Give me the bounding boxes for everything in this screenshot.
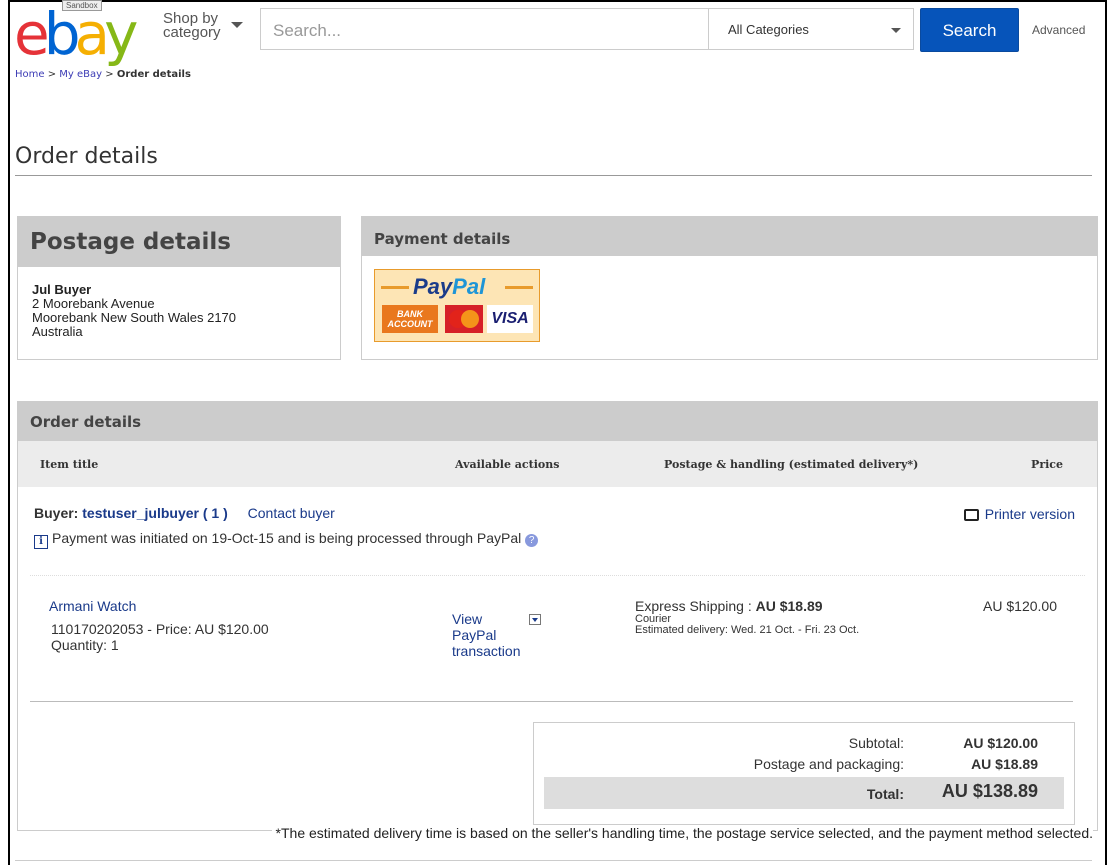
- postage-details-panel: Postage details Jul Buyer 2 Moorebank Av…: [17, 216, 341, 360]
- breadcrumb-my-ebay[interactable]: My eBay: [59, 69, 102, 80]
- printer-version-link[interactable]: Printer version: [963, 506, 1075, 522]
- ebay-logo-letters: ebay: [14, 0, 138, 68]
- search-input[interactable]: Search...: [260, 8, 708, 50]
- shop-by-category-button[interactable]: Shop by category: [163, 11, 243, 41]
- breadcrumb-separator: >: [105, 69, 114, 80]
- printer-version-label: Printer version: [984, 506, 1075, 522]
- item-number-price: 110170202053 - Price: AU $120.00: [51, 621, 269, 637]
- bottom-divider: [15, 860, 1092, 861]
- order-details-heading: Order details: [18, 402, 1097, 441]
- category-selected-value: All Categories: [728, 22, 809, 37]
- window-border-left: [8, 0, 10, 865]
- item-price: AU $120.00: [983, 598, 1057, 614]
- subtotal-row: Subtotal: AU $120.00: [534, 735, 1074, 757]
- bank-account-logo: BANK ACCOUNT: [382, 305, 438, 333]
- paypal-rule-left: [381, 286, 409, 289]
- category-label: category: [163, 24, 221, 41]
- order-totals: Subtotal: AU $120.00 Postage and packagi…: [533, 722, 1075, 825]
- shipping-address: Jul Buyer 2 Moorebank Avenue Moorebank N…: [18, 267, 340, 339]
- breadcrumb-home[interactable]: Home: [15, 69, 45, 80]
- address-line2: Moorebank New South Wales 2170: [32, 310, 237, 325]
- search-button[interactable]: Search: [920, 8, 1019, 52]
- chevron-down-icon: [231, 22, 243, 28]
- total-row: Total: AU $138.89: [544, 777, 1064, 809]
- total-value: AU $138.89: [941, 781, 1038, 801]
- shipping-info: Express Shipping : AU $18.89 Courier Est…: [635, 598, 859, 636]
- address-country: Australia: [32, 324, 83, 339]
- breadcrumb: Home > My eBay > Order details: [15, 69, 191, 80]
- column-price: Price: [1031, 458, 1063, 471]
- breadcrumb-separator: >: [47, 69, 57, 80]
- visa-logo: VISA: [487, 305, 533, 333]
- printer-icon: [963, 509, 979, 521]
- sandbox-badge: Sandbox: [62, 0, 102, 11]
- item-quantity: Quantity: 1: [51, 637, 119, 653]
- address-line1: 2 Moorebank Avenue: [32, 296, 155, 311]
- breadcrumb-current: Order details: [116, 69, 191, 80]
- subtotal-value: AU $120.00: [963, 735, 1038, 751]
- paypal-wordmark: PayPal: [413, 274, 486, 299]
- estimated-delivery: Estimated delivery: Wed. 21 Oct. - Fri. …: [635, 624, 860, 636]
- column-item-title: Item title: [40, 458, 99, 471]
- dotted-divider: [30, 575, 1085, 576]
- view-paypal-transaction-link[interactable]: View PayPal transaction: [452, 611, 532, 659]
- buyer-prefix: Buyer:: [34, 505, 79, 521]
- paypal-logo: PayPal BANK ACCOUNT VISA: [374, 269, 540, 342]
- help-icon[interactable]: ?: [525, 534, 539, 547]
- advanced-search-link[interactable]: Advanced: [1032, 23, 1085, 37]
- subtotal-label: Subtotal:: [848, 735, 904, 751]
- shipping-service: Express Shipping :: [635, 598, 752, 614]
- ebay-logo[interactable]: ebay Sandbox: [14, 0, 150, 66]
- recipient-name: Jul Buyer: [32, 282, 92, 297]
- dropdown-arrow-icon: [891, 28, 901, 33]
- category-select[interactable]: All Categories: [708, 8, 914, 50]
- postage-details-heading: Postage details: [18, 217, 340, 267]
- column-available-actions: Available actions: [455, 458, 560, 471]
- buyer-line: Buyer: testuser_julbuyer ( 1 ) Contact b…: [34, 505, 335, 521]
- window-border-top: [8, 0, 1107, 2]
- column-postage-handling: Postage & handling (estimated delivery*): [664, 458, 919, 471]
- postage-row: Postage and packaging: AU $18.89: [534, 756, 1074, 778]
- page-title: Order details: [15, 144, 158, 169]
- order-table-header: Item title Available actions Postage & h…: [18, 441, 1097, 487]
- buyer-username-link[interactable]: testuser_julbuyer: [82, 505, 199, 521]
- payment-notice-text: Payment was initiated on 19-Oct-15 and i…: [52, 530, 522, 546]
- actions-dropdown-icon[interactable]: [529, 614, 541, 625]
- payment-notice: i Payment was initiated on 19-Oct-15 and …: [34, 530, 539, 549]
- info-icon: i: [34, 535, 48, 549]
- item-title-link[interactable]: Armani Watch: [49, 598, 136, 614]
- item-meta: 110170202053 - Price: AU $120.00 Quantit…: [51, 621, 269, 653]
- order-details-panel: Order details Item title Available actio…: [17, 401, 1098, 831]
- payment-details-panel: Payment details PayPal BANK ACCOUNT VISA: [361, 216, 1098, 360]
- payment-details-heading: Payment details: [362, 217, 1097, 256]
- title-divider: [15, 175, 1092, 176]
- contact-buyer-link[interactable]: Contact buyer: [248, 505, 335, 521]
- postage-value: AU $18.89: [971, 756, 1038, 772]
- delivery-footnote: *The estimated delivery time is based on…: [271, 825, 1093, 841]
- paypal-rule-right: [505, 286, 533, 289]
- total-label: Total:: [866, 786, 904, 802]
- mastercard-logo: [445, 305, 483, 333]
- postage-label: Postage and packaging:: [753, 756, 904, 772]
- item-divider: [30, 701, 1073, 702]
- shipping-cost: AU $18.89: [755, 598, 823, 614]
- buyer-feedback-score[interactable]: ( 1 ): [203, 505, 228, 521]
